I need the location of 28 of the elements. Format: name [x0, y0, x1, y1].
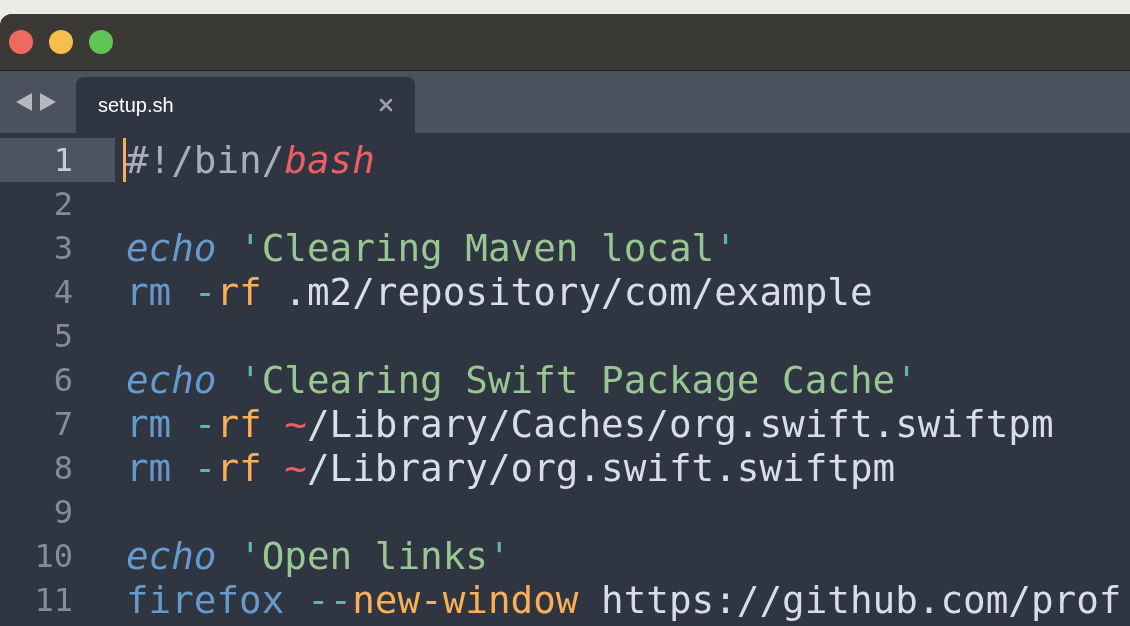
code-line: echo 'Clearing Maven local'	[126, 226, 737, 270]
forward-arrow-icon[interactable]	[40, 93, 56, 111]
zoom-button[interactable]	[89, 30, 113, 54]
close-icon[interactable]	[379, 98, 393, 112]
tab-label: setup.sh	[98, 93, 174, 117]
line-number: 10	[33, 536, 74, 577]
line-number: 1	[0, 138, 115, 182]
line-number: 11	[33, 580, 74, 621]
file-tab[interactable]: setup.sh	[76, 77, 415, 133]
code-line: rm -rf .m2/repository/com/example	[126, 270, 873, 314]
back-arrow-icon[interactable]	[16, 93, 32, 111]
code-line: echo 'Open links'	[126, 534, 511, 578]
code-line: echo 'Clearing Swift Package Cache'	[126, 358, 918, 402]
code-line: #!/bin/bash	[126, 138, 375, 182]
text-cursor	[123, 138, 126, 182]
line-number: 9	[52, 492, 74, 533]
code-line: firefox --new-window https://github.com/prof	[126, 578, 1122, 622]
line-number: 2	[52, 184, 74, 225]
line-number: 4	[52, 272, 74, 313]
line-number: 7	[52, 404, 74, 445]
close-button[interactable]	[9, 30, 33, 54]
line-number: 6	[52, 360, 74, 401]
line-number: 8	[52, 448, 74, 489]
minimize-button[interactable]	[49, 30, 73, 54]
line-number: 5	[52, 316, 74, 357]
code-line: rm -rf ~/Library/Caches/org.swift.swiftpm	[126, 402, 1054, 446]
line-number: 3	[52, 228, 74, 269]
code-line: rm -rf ~/Library/org.swift.swiftpm	[126, 446, 896, 490]
